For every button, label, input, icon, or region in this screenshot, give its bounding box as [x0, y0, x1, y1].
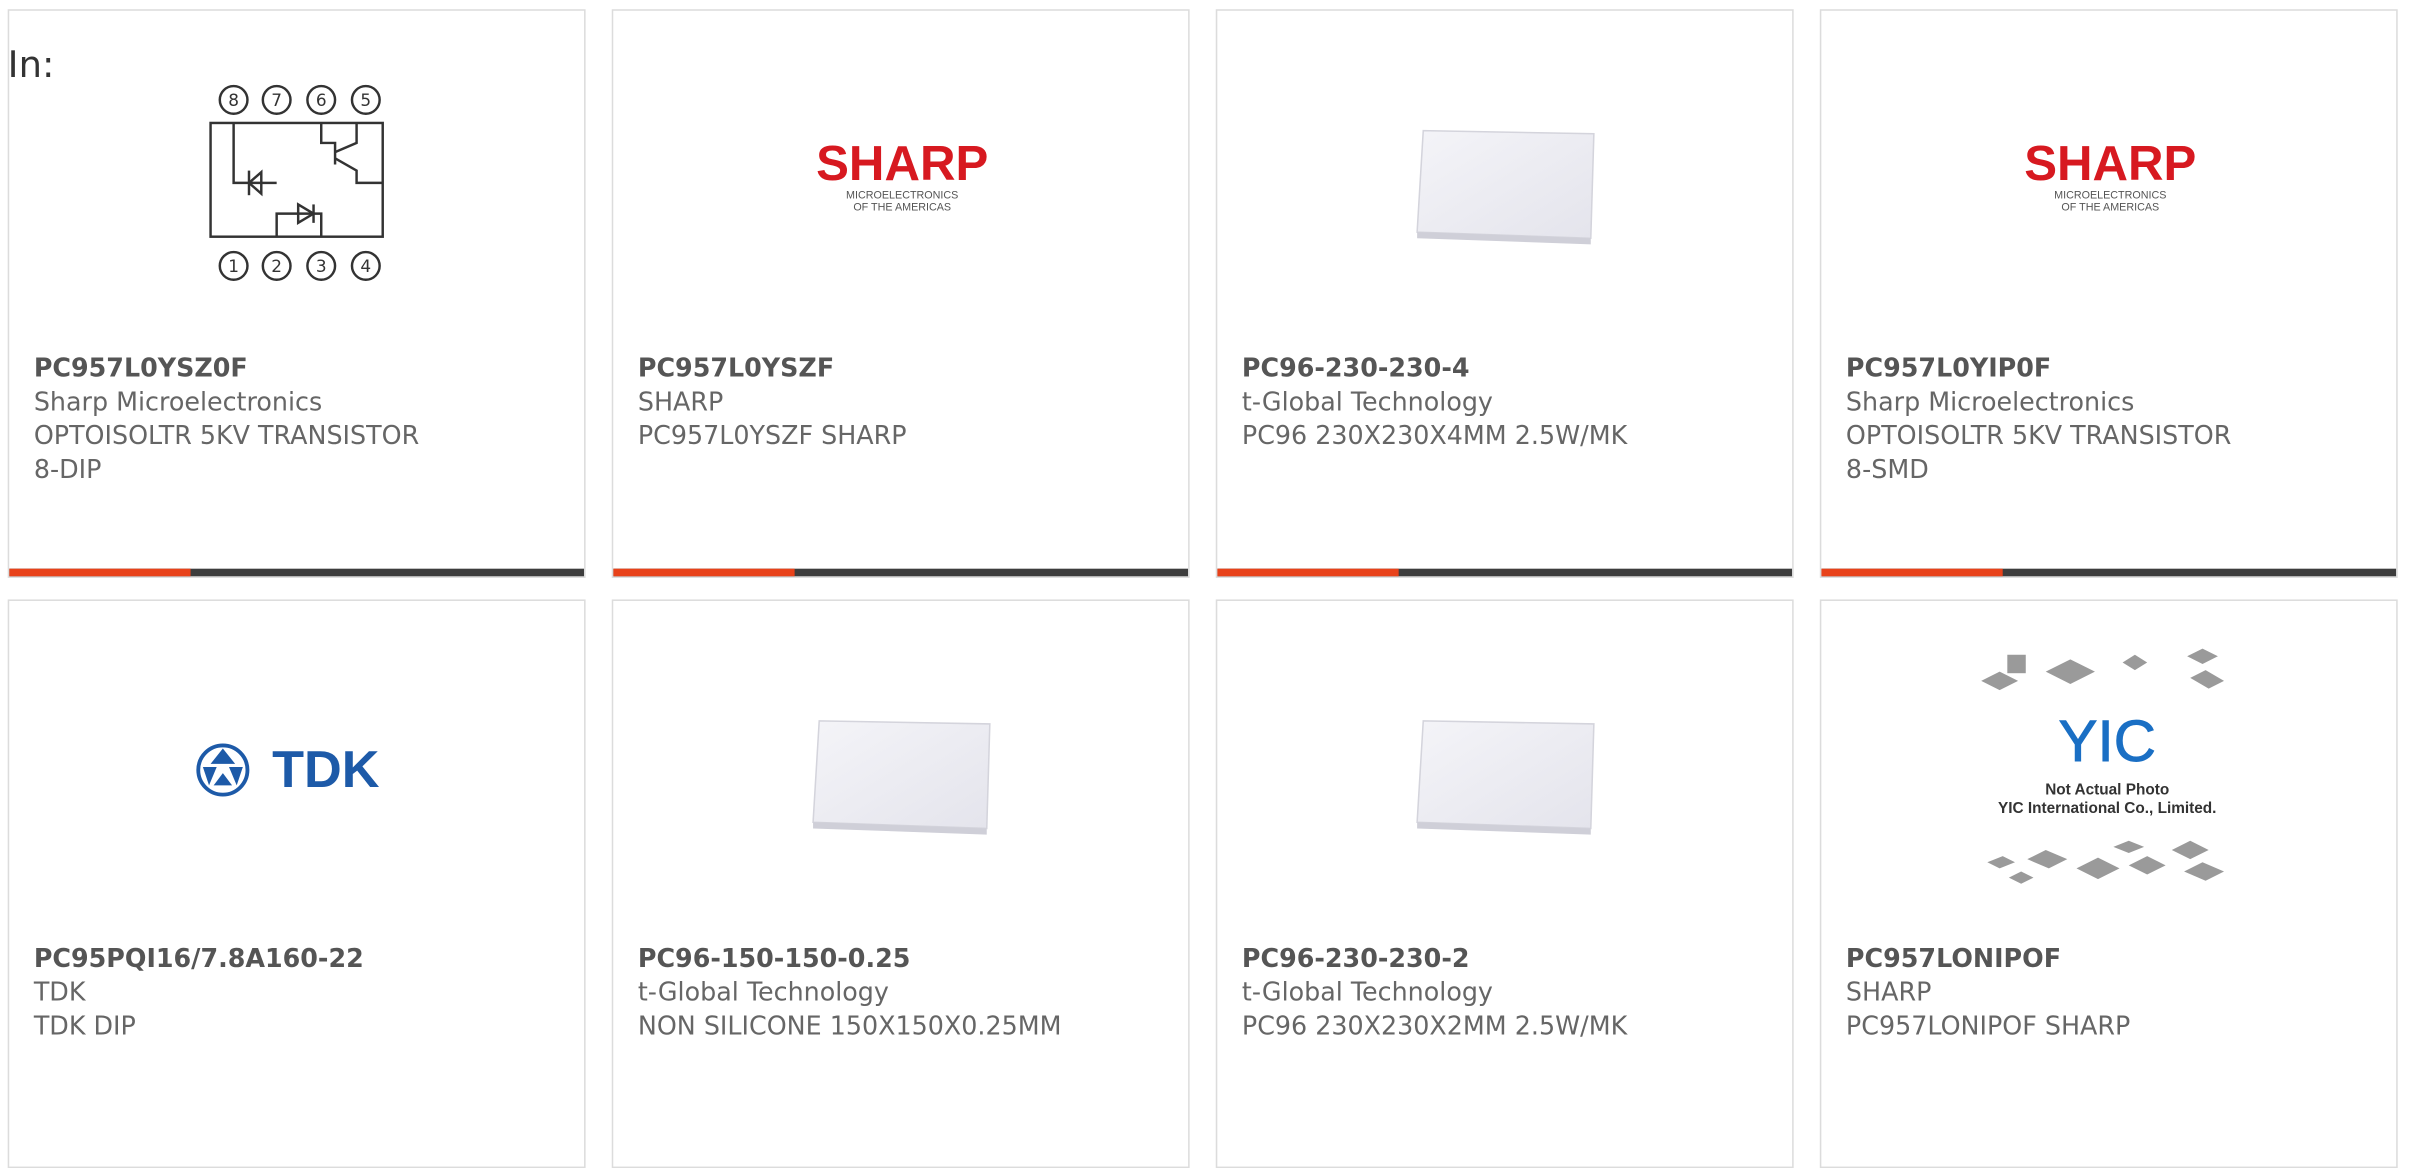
manufacturer: TDK	[33, 977, 86, 1007]
svg-text:OF THE AMERICAS: OF THE AMERICAS	[853, 202, 951, 214]
product-info: PC96-230-230-2 t-Global Technology PC96 …	[1242, 942, 1780, 1043]
description: PC96 230X230X2MM 2.5W/MK	[1241, 1011, 1628, 1041]
svg-text:SHARP: SHARP	[816, 136, 988, 191]
svg-text:OF THE AMERICAS: OF THE AMERICAS	[2061, 202, 2159, 214]
svg-text:8: 8	[228, 90, 239, 110]
svg-text:SHARP: SHARP	[2024, 136, 2196, 191]
description: OPTOISOLTR 5KV TRANSISTOR	[1845, 421, 2232, 451]
not-actual-photo-placeholder: YIC Not Actual Photo YIC International C…	[1981, 648, 2225, 884]
part-number-link[interactable]: PC957L0YIP0F	[1846, 352, 2384, 386]
svg-text:MICROELECTRONICS: MICROELECTRONICS	[2054, 189, 2166, 201]
package: 8-DIP	[33, 454, 102, 485]
sharp-logo: SHARP MICROELECTRONICS OF THE AMERICAS	[816, 136, 988, 214]
svg-text:Not Actual Photo: Not Actual Photo	[2045, 782, 2169, 799]
card-accent-bar	[1217, 568, 1399, 577]
product-card[interactable]: TDK PC95PQI16/7.8A160-22 TDK TDK DIP	[7, 599, 586, 1168]
card-bottom-bar	[1217, 568, 1793, 577]
card-bottom-bar	[1821, 568, 2397, 577]
manufacturer: Sharp Microelectronics	[1845, 387, 2135, 417]
card-bottom-bar	[9, 568, 585, 577]
description: PC957L0YSZF SHARP	[637, 421, 907, 451]
svg-text:MICROELECTRONICS: MICROELECTRONICS	[846, 189, 958, 201]
card-bottom-bar	[613, 568, 1189, 577]
manufacturer: t-Global Technology	[1241, 977, 1493, 1007]
manufacturer: SHARP	[1845, 977, 1932, 1007]
product-card[interactable]: YIC Not Actual Photo YIC International C…	[1819, 599, 2398, 1168]
svg-text:6: 6	[316, 90, 327, 110]
thermal-pad-icon	[1416, 720, 1595, 835]
product-card[interactable]: PC96-150-150-0.25 t-Global Technology NO…	[611, 599, 1190, 1168]
description: PC957LONIPOF SHARP	[1845, 1011, 2131, 1041]
part-number-link[interactable]: PC957LONIPOF	[1846, 942, 2384, 976]
part-number-link[interactable]: PC957L0YSZ0F	[34, 352, 572, 386]
description: TDK DIP	[33, 1011, 136, 1041]
part-number-link[interactable]: PC95PQI16/7.8A160-22	[34, 942, 572, 976]
product-info: PC95PQI16/7.8A160-22 TDK TDK DIP	[34, 942, 572, 1043]
product-grid: In: 8 7 6 5 1 2 3 4 PC957L0YSZ0F Sharp Microel…	[0, 0, 2410, 1168]
product-info: PC957LONIPOF SHARP PC957LONIPOF SHARP	[1846, 942, 2384, 1043]
manufacturer: SHARP	[637, 387, 724, 417]
svg-text:7: 7	[271, 90, 282, 110]
product-card[interactable]: PC96-230-230-4 t-Global Technology PC96 …	[1215, 9, 1794, 578]
svg-text:3: 3	[316, 256, 327, 276]
package: 8-SMD	[1845, 454, 1929, 485]
svg-text:4: 4	[360, 256, 371, 276]
product-info: PC957L0YSZF SHARP PC957L0YSZF SHARP	[638, 352, 1176, 453]
card-accent-bar	[613, 568, 795, 577]
manufacturer: Sharp Microelectronics	[33, 387, 323, 417]
card-accent-bar	[9, 568, 191, 577]
thermal-pad-icon	[1416, 129, 1595, 245]
filter-label: In:	[7, 43, 55, 87]
svg-text:5: 5	[360, 90, 371, 110]
part-number-link[interactable]: PC957L0YSZF	[638, 352, 1176, 386]
svg-text:1: 1	[228, 256, 239, 276]
svg-text:2: 2	[271, 256, 282, 276]
optocoupler-schematic-icon: 8 7 6 5 1 2 3 4	[209, 84, 384, 281]
part-number-link[interactable]: PC96-150-150-0.25	[638, 942, 1176, 976]
product-info: PC957L0YIP0F Sharp Microelectronics OPTO…	[1846, 352, 2384, 487]
svg-text:TDK: TDK	[272, 741, 380, 799]
sharp-logo: SHARP MICROELECTRONICS OF THE AMERICAS	[2024, 136, 2196, 214]
product-card[interactable]: 8 7 6 5 1 2 3 4 PC957L0YSZ0F Sharp Microelectr…	[7, 9, 586, 578]
product-info: PC957L0YSZ0F Sharp Microelectronics OPTO…	[34, 352, 572, 487]
card-accent-bar	[1821, 568, 2003, 577]
manufacturer: t-Global Technology	[637, 977, 889, 1007]
manufacturer: t-Global Technology	[1241, 387, 1493, 417]
description: OPTOISOLTR 5KV TRANSISTOR	[33, 421, 420, 451]
description: NON SILICONE 150X150X0.25MM	[637, 1011, 1062, 1041]
thermal-pad-icon	[812, 720, 991, 835]
product-info: PC96-230-230-4 t-Global Technology PC96 …	[1242, 352, 1780, 453]
part-number-link[interactable]: PC96-230-230-4	[1242, 352, 1780, 386]
product-card[interactable]: SHARP MICROELECTRONICS OF THE AMERICAS P…	[611, 9, 1190, 578]
product-card[interactable]: SHARP MICROELECTRONICS OF THE AMERICAS P…	[1819, 9, 2398, 578]
product-info: PC96-150-150-0.25 t-Global Technology NO…	[638, 942, 1176, 1043]
product-card[interactable]: PC96-230-230-2 t-Global Technology PC96 …	[1215, 599, 1794, 1168]
svg-text:YIC International Co., Limited: YIC International Co., Limited.	[1998, 800, 2216, 817]
tdk-logo: TDK	[196, 741, 380, 799]
description: PC96 230X230X4MM 2.5W/MK	[1241, 421, 1628, 451]
svg-text:YIC: YIC	[2059, 709, 2156, 774]
part-number-link[interactable]: PC96-230-230-2	[1242, 942, 1780, 976]
